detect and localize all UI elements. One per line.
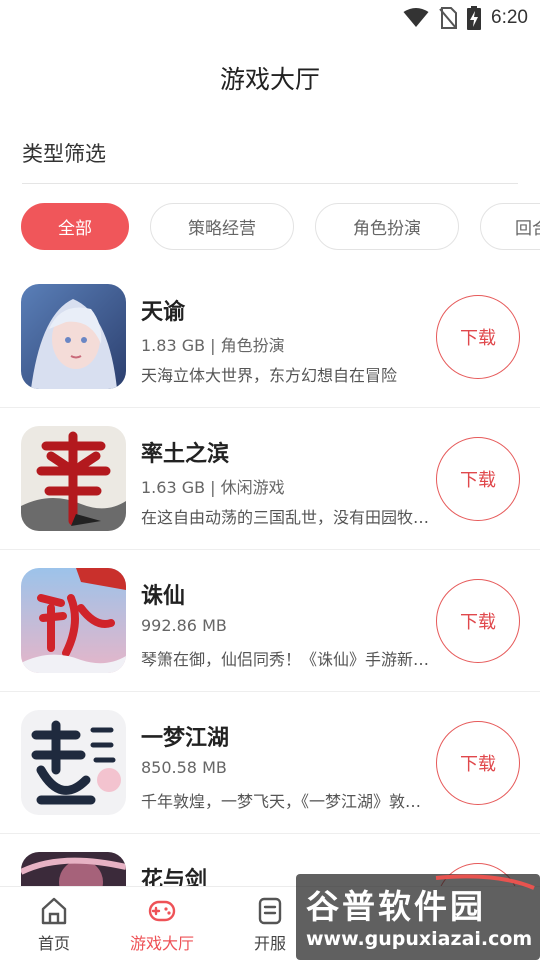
zhuxian-game-icon[interactable]	[21, 568, 126, 673]
yimeng-game-icon[interactable]	[21, 710, 126, 815]
download-button[interactable]: 下载	[436, 721, 520, 805]
server-list-icon	[258, 897, 282, 925]
chip-rpg[interactable]: 角色扮演	[315, 203, 459, 250]
page-title: 游戏大厅	[219, 65, 320, 94]
category-chip-row[interactable]: 全部 策略经营 角色扮演 回合	[21, 203, 540, 251]
shuaitu-game-icon[interactable]	[21, 426, 126, 531]
game-name: 天谕	[141, 300, 186, 325]
status-bar: 6:20	[0, 0, 540, 36]
game-description: 天海立体大世界，东方幻想自在冒险	[141, 366, 398, 385]
tab-game-hall[interactable]: 游戏大厅	[118, 887, 206, 960]
home-icon	[41, 897, 67, 925]
watermark-title: 谷普软件园	[306, 887, 486, 926]
game-meta: 1.83 GB | 角色扮演	[141, 336, 285, 355]
game-description: 琴箫在御，仙侣同秀！《诛仙》手游新…	[141, 650, 430, 669]
game-item-tianyu[interactable]: 天谕 1.83 GB | 角色扮演 天海立体大世界，东方幻想自在冒险 下载	[0, 266, 540, 408]
game-meta: 1.63 GB | 休闲游戏	[141, 478, 285, 497]
tab-server-list-label: 开服	[253, 934, 286, 953]
battery-charging-icon	[467, 6, 482, 30]
game-name: 一梦江湖	[141, 726, 230, 751]
game-name: 诛仙	[141, 584, 186, 609]
game-meta: 992.86 MB	[141, 616, 227, 635]
chip-strategy[interactable]: 策略经营	[150, 203, 294, 250]
game-name: 率土之滨	[141, 442, 230, 467]
filter-divider	[22, 183, 518, 184]
tianyu-game-icon[interactable]	[21, 284, 126, 389]
tab-game-hall-label: 游戏大厅	[129, 934, 194, 953]
game-description: 千年敦煌，一梦飞天，《一梦江湖》敦…	[141, 792, 422, 811]
download-button[interactable]: 下载	[436, 437, 520, 521]
download-button[interactable]: 下载	[436, 579, 520, 663]
chip-turn-based[interactable]: 回合	[480, 203, 540, 250]
game-meta: 850.58 MB	[141, 758, 227, 777]
gamepad-icon	[148, 900, 176, 922]
game-item-shuaitu[interactable]: 率土之滨 1.63 GB | 休闲游戏 在这自由动荡的三国乱世，没有田园牧… 下…	[0, 408, 540, 550]
game-list[interactable]: 天谕 1.83 GB | 角色扮演 天海立体大世界，东方幻想自在冒险 下载 率土…	[0, 266, 540, 886]
tab-home[interactable]: 首页	[22, 887, 86, 960]
watermark-url: www.gupuxiazai.com	[306, 928, 533, 950]
game-item-yimeng[interactable]: 一梦江湖 850.58 MB 千年敦煌，一梦飞天，《一梦江湖》敦… 下载	[0, 692, 540, 834]
tab-home-label: 首页	[37, 934, 70, 953]
game-item-zhuxian[interactable]: 诛仙 992.86 MB 琴箫在御，仙侣同秀！《诛仙》手游新… 下载	[0, 550, 540, 692]
status-time: 6:20	[491, 7, 528, 28]
watermark-logo: 谷普软件园 www.gupuxiazai.com	[296, 874, 540, 960]
game-description: 在这自由动荡的三国乱世，没有田园牧…	[141, 508, 430, 527]
game-name: 花与剑	[141, 868, 208, 886]
chip-all[interactable]: 全部	[21, 203, 129, 250]
status-icons: 6:20	[403, 6, 528, 30]
no-sim-icon	[439, 7, 458, 29]
tab-server-list[interactable]: 开服	[238, 887, 302, 960]
filter-heading: 类型筛选	[22, 142, 106, 166]
download-button[interactable]: 下载	[436, 295, 520, 379]
huayujian-game-icon[interactable]	[21, 852, 126, 886]
wifi-icon	[403, 8, 429, 28]
